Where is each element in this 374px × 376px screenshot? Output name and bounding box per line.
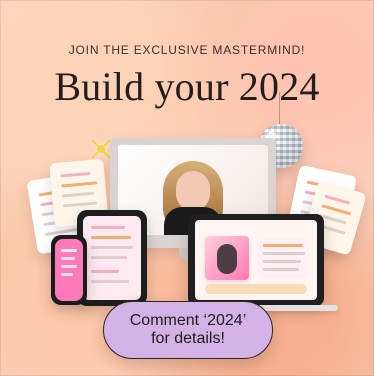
screen-line: [263, 268, 299, 271]
card-line: [321, 204, 352, 216]
card-line: [61, 181, 98, 188]
screen-line: [263, 260, 301, 263]
disco-ball-wire: [279, 92, 280, 127]
card-line: [62, 191, 95, 198]
cta-line-2: for details!: [151, 330, 225, 347]
screen-line: [61, 273, 73, 276]
cta-line-1: Comment ‘2024’: [129, 312, 247, 329]
screen-line: [61, 257, 75, 260]
monitor-photo: [205, 236, 249, 280]
screen-line: [263, 252, 305, 255]
eyebrow-text: JOIN THE EXCLUSIVE MASTERMIND!: [68, 43, 306, 57]
tablet-screen: [83, 216, 141, 300]
card-line: [60, 171, 91, 178]
card-line: [324, 194, 351, 205]
screen-line: [263, 244, 303, 247]
screen-line: [61, 265, 77, 268]
headline-text: Build your 2024: [54, 64, 320, 109]
screen-line: [91, 270, 119, 273]
monitor-screen: [195, 220, 317, 300]
phone-screen: [55, 239, 83, 301]
screen-line: [91, 226, 125, 229]
monitor-text-block: [257, 238, 309, 278]
screen-line: [61, 249, 77, 252]
presenter-face: [176, 171, 210, 211]
screen-line: [91, 280, 129, 283]
promo-canvas: JOIN THE EXCLUSIVE MASTERMIND! Build you…: [0, 0, 374, 376]
cta-bubble: Comment ‘2024’ for details!: [103, 301, 273, 359]
screen-line: [91, 246, 133, 249]
monitor-ribbon: [205, 284, 307, 294]
screen-line: [91, 236, 131, 239]
screen-line: [91, 256, 127, 259]
card-line: [62, 201, 98, 208]
